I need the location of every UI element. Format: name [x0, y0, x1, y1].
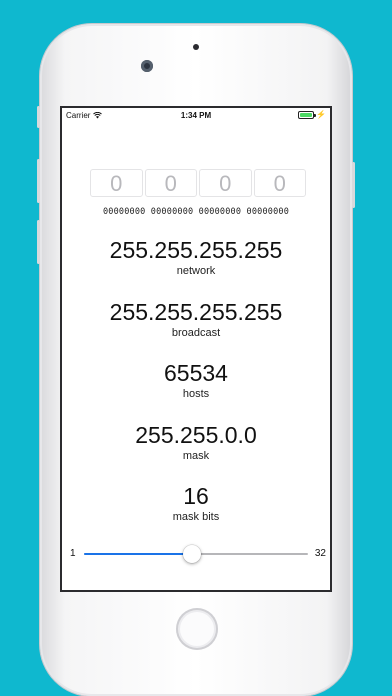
front-camera [141, 60, 153, 72]
network-result: 255.255.255.255 network [62, 237, 330, 277]
mask-result: 255.255.0.0 mask [62, 422, 330, 462]
hosts-value: 65534 [164, 360, 228, 386]
mask-bits-result: 16 mask bits [62, 483, 330, 523]
octet-input-2[interactable]: 0 [144, 169, 197, 197]
octet-input-3[interactable]: 0 [199, 169, 252, 197]
slider-min-label: 1 [70, 548, 76, 559]
power-button [352, 162, 355, 208]
volume-up-button [37, 159, 40, 203]
battery-level-fill [300, 113, 313, 117]
broadcast-value: 255.255.255.255 [109, 299, 283, 325]
status-bar: Carrier 1:34 PM ⚡ [62, 108, 330, 124]
mask-bits-value: 16 [183, 483, 209, 509]
binary-readout: 00000000 00000000 00000000 00000000 [102, 207, 290, 217]
broadcast-label: broadcast [171, 327, 221, 339]
network-value: 255.255.255.255 [109, 237, 283, 263]
octet-input-1[interactable]: 0 [90, 169, 143, 197]
volume-down-button [37, 220, 40, 264]
charging-bolt-icon: ⚡ [316, 110, 326, 119]
hosts-label: hosts [182, 388, 210, 400]
hosts-result: 65534 hosts [62, 360, 330, 400]
app-screen: Carrier 1:34 PM ⚡ 0 0 0 0 00000000 00000… [60, 106, 332, 592]
status-time: 1:34 PM [180, 111, 212, 120]
mask-value: 255.255.0.0 [135, 422, 257, 448]
broadcast-result: 255.255.255.255 broadcast [62, 299, 330, 339]
mute-switch [37, 106, 40, 128]
battery-indicator: ⚡ [298, 111, 326, 119]
slider-max-label: 32 [314, 548, 326, 559]
battery-icon [298, 111, 317, 119]
ip-octet-inputs: 0 0 0 0 [90, 169, 306, 199]
phone-frame: Carrier 1:34 PM ⚡ 0 0 0 0 00000000 00000… [37, 24, 355, 696]
mask-bits-slider[interactable] [84, 545, 308, 563]
home-button[interactable] [176, 608, 218, 650]
slider-fill [84, 553, 193, 555]
network-label: network [176, 265, 216, 277]
slider-thumb[interactable] [183, 545, 202, 563]
mask-bits-slider-row: 1 32 [62, 544, 330, 564]
mask-label: mask [182, 450, 210, 462]
mask-bits-label: mask bits [172, 511, 220, 523]
octet-input-4[interactable]: 0 [253, 169, 306, 197]
proximity-sensor [193, 44, 199, 50]
